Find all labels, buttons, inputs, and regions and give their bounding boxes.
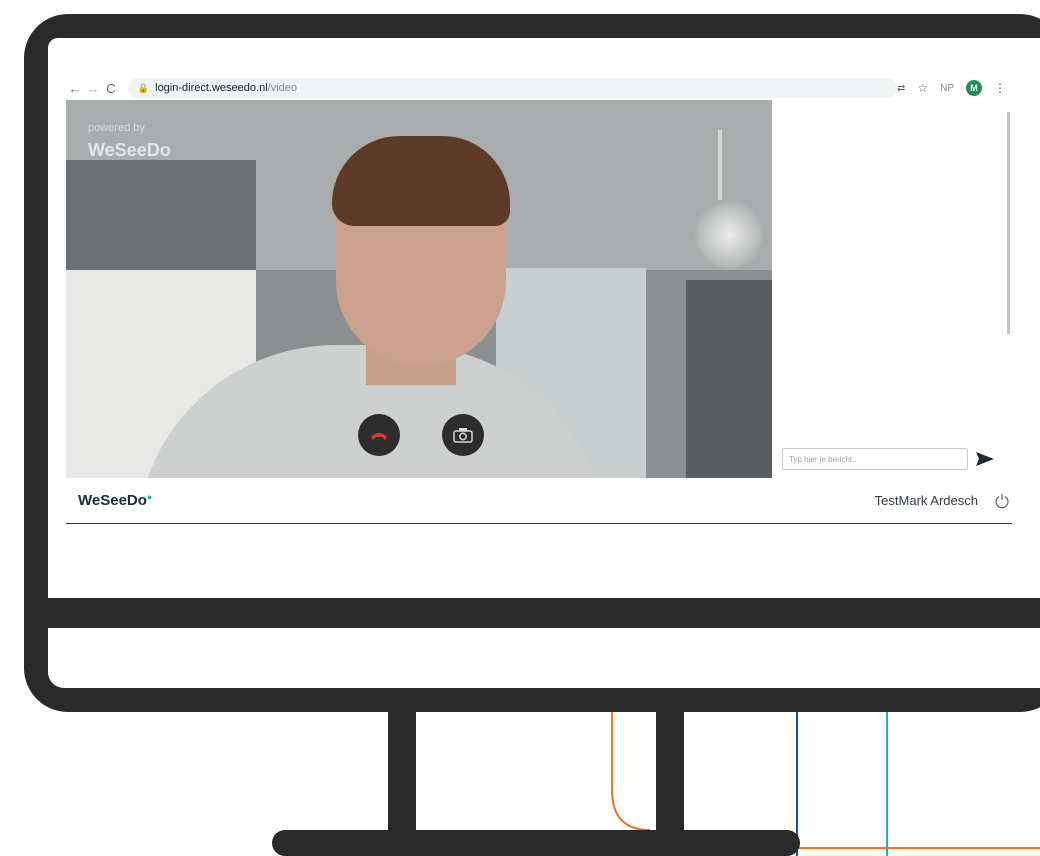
send-icon <box>976 452 994 466</box>
footer-logo: WeSeeDo● <box>78 492 152 509</box>
back-icon[interactable]: ← <box>66 81 84 96</box>
stand-base <box>272 830 800 856</box>
browser-actions: ⇄ ☆ NP M ⋮ <box>897 80 1012 96</box>
app-footer: WeSeeDo● TestMark Ardesch <box>66 478 1012 524</box>
chat-message-input[interactable]: Typ hier je bericht.. <box>782 448 968 470</box>
snapshot-button[interactable] <box>442 414 484 456</box>
menu-icon[interactable]: ⋮ <box>994 81 1006 95</box>
chandelier-cord <box>718 130 722 200</box>
url-host: login-direct.weseedo.nl <box>155 82 268 94</box>
lock-icon: 🔒 <box>137 82 150 93</box>
stand-left-column <box>388 712 416 836</box>
browser-toolbar: ← → C 🔒 login-direct.weseedo.nl/video ⇄ … <box>66 76 1012 100</box>
chat-scrollbar[interactable] <box>1007 112 1010 334</box>
url-path: /video <box>267 82 297 94</box>
brand-watermark: WeSeeDo <box>88 140 171 160</box>
logout-button[interactable] <box>992 491 1012 511</box>
user-name: TestMark Ardesch <box>874 493 978 508</box>
video-feed: powered by WeSeeDo <box>66 100 772 478</box>
translate-icon[interactable]: ⇄ <box>897 83 905 94</box>
star-icon[interactable]: ☆ <box>917 81 928 95</box>
logo-dot-icon: ● <box>146 492 153 502</box>
forward-icon[interactable]: → <box>84 81 102 96</box>
reload-icon[interactable]: C <box>102 81 120 96</box>
hang-up-icon <box>371 433 387 440</box>
profile-label[interactable]: NP <box>940 83 954 94</box>
stand-right-column <box>656 712 684 836</box>
room-wall-right <box>686 280 772 478</box>
camera-icon <box>453 428 473 443</box>
chandelier <box>694 200 764 270</box>
hang-up-button[interactable] <box>358 414 400 456</box>
send-button[interactable] <box>972 448 998 470</box>
avatar[interactable]: M <box>966 80 982 96</box>
address-bar[interactable]: 🔒 login-direct.weseedo.nl/video <box>127 78 897 98</box>
monitor-bezel <box>48 628 1040 688</box>
powered-by-label: powered by <box>88 122 145 134</box>
footer-logo-text: WeSeeDo <box>78 492 147 509</box>
chat-panel: Typ hier je bericht.. <box>772 100 1012 478</box>
person-hair <box>332 136 510 226</box>
power-icon <box>995 493 1009 508</box>
